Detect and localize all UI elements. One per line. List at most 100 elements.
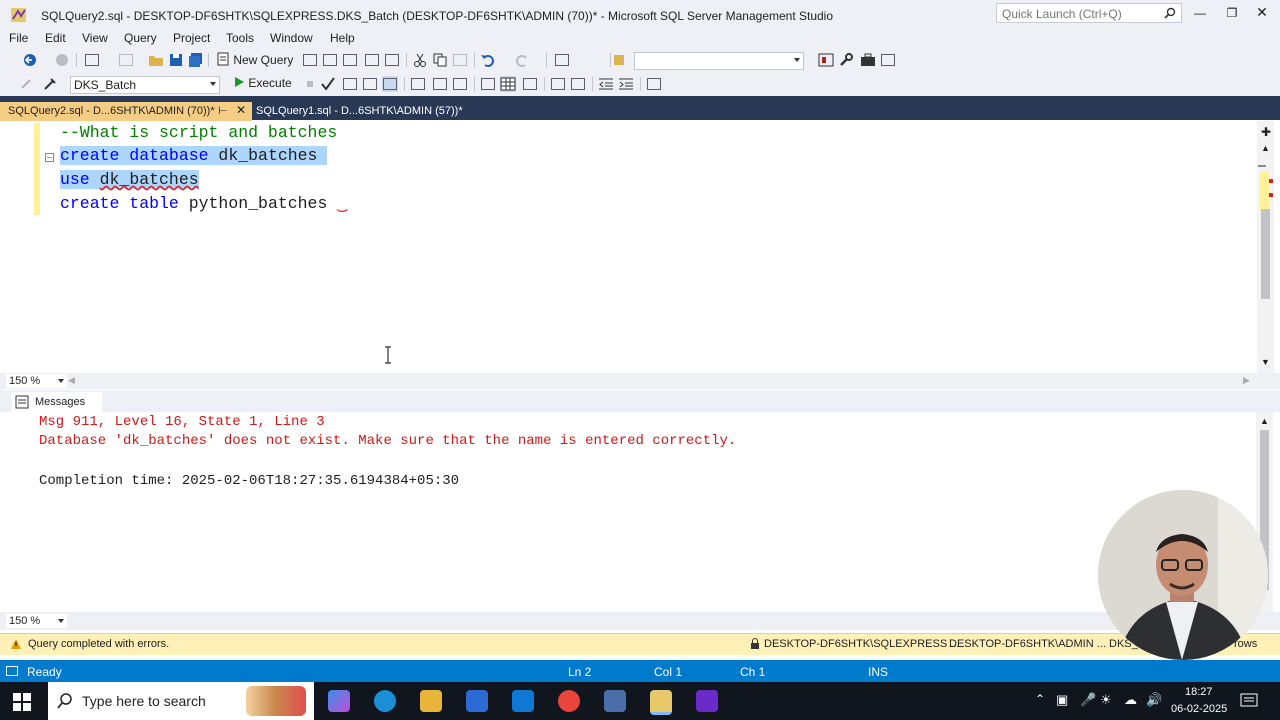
scroll-down-icon[interactable]: ▼: [1261, 357, 1270, 367]
find-in-files-icon[interactable]: [612, 52, 628, 68]
tab-sqlquery1[interactable]: SQLQuery1.sql - D...6SHTK\ADMIN (57))*: [252, 102, 472, 121]
command-window-icon[interactable]: [880, 52, 896, 68]
clock-date[interactable]: 06-02-2025: [1171, 703, 1227, 715]
wifi-icon[interactable]: ☁: [1124, 692, 1137, 708]
cancel-query-icon[interactable]: [302, 76, 318, 92]
properties-wrench-icon[interactable]: [838, 52, 854, 68]
open-file-icon[interactable]: [148, 52, 164, 68]
scroll-left-icon[interactable]: ◀: [68, 375, 75, 386]
paste-icon[interactable]: [452, 52, 468, 68]
scroll-up-icon[interactable]: ▲: [1261, 143, 1270, 153]
windows-start-icon[interactable]: [13, 693, 31, 711]
save-icon[interactable]: [168, 52, 184, 68]
analysis-services-dax-icon[interactable]: [384, 52, 400, 68]
meet-now-icon[interactable]: ▣: [1056, 692, 1068, 708]
edge-browser-icon[interactable]: [374, 690, 396, 712]
display-estimated-plan-icon[interactable]: [342, 76, 358, 92]
close-tab-icon[interactable]: ✕: [236, 103, 246, 117]
microphone-icon[interactable]: 🎤: [1080, 692, 1096, 708]
quick-launch-box[interactable]: [996, 3, 1182, 23]
menu-file[interactable]: File: [9, 31, 28, 45]
save-all-icon[interactable]: [188, 52, 204, 68]
intellisense-enabled-icon[interactable]: [382, 76, 398, 92]
search-highlight-image: [246, 686, 306, 716]
file-explorer-icon[interactable]: [420, 690, 442, 712]
new-query-button[interactable]: New Query: [216, 52, 293, 67]
minimize-button[interactable]: —: [1188, 6, 1212, 22]
scroll-up-icon[interactable]: ▲: [1260, 416, 1269, 426]
close-button[interactable]: ✕: [1250, 4, 1274, 20]
comment-lines-icon[interactable]: [550, 76, 566, 92]
increase-indent-icon[interactable]: [618, 76, 634, 92]
menu-edit[interactable]: Edit: [45, 31, 66, 45]
analysis-services-dmx-icon[interactable]: [342, 52, 358, 68]
messages-zoom-dropdown[interactable]: 150 %: [6, 614, 67, 628]
menu-view[interactable]: View: [82, 31, 108, 45]
execute-play-icon: [235, 77, 244, 87]
available-databases-dropdown[interactable]: DKS_Batch: [70, 76, 220, 94]
database-engine-query-icon[interactable]: [302, 52, 318, 68]
microsoft-store-icon[interactable]: [466, 690, 488, 712]
add-item-icon[interactable]: [118, 52, 134, 68]
uncomment-lines-icon[interactable]: [570, 76, 586, 92]
specify-template-values-icon[interactable]: [646, 76, 662, 92]
network-icon[interactable]: ☀: [1100, 692, 1112, 708]
maximize-button[interactable]: ❐: [1220, 6, 1244, 22]
execute-button[interactable]: Execute: [233, 76, 292, 90]
analysis-services-mdx-icon[interactable]: [322, 52, 338, 68]
show-hidden-icons-chevron-icon[interactable]: ⌃: [1035, 692, 1045, 706]
editor-vertical-scrollbar[interactable]: ✚ ▲ ▼: [1257, 121, 1274, 373]
status-ready-icon: [6, 666, 18, 676]
tab-sqlquery2[interactable]: SQLQuery2.sql - D...6SHTK\ADMIN (70))* ⊢…: [0, 102, 252, 121]
object-explorer-icon[interactable]: [818, 52, 834, 68]
analysis-services-xmla-icon[interactable]: [364, 52, 380, 68]
scroll-right-icon[interactable]: ▶: [1243, 375, 1250, 386]
warning-icon: [11, 639, 21, 649]
toolbox-icon[interactable]: [860, 52, 876, 68]
results-to-file-icon[interactable]: [522, 76, 538, 92]
menu-help[interactable]: Help: [330, 31, 355, 45]
menu-project[interactable]: Project: [173, 31, 210, 45]
copilot-icon[interactable]: [328, 690, 350, 712]
scroll-thumb[interactable]: [1261, 209, 1270, 299]
split-editor-icon[interactable]: ✚: [1261, 125, 1271, 139]
undo-icon[interactable]: [480, 52, 496, 68]
visual-studio-icon[interactable]: [696, 690, 718, 712]
include-actual-plan-icon[interactable]: [410, 76, 426, 92]
query-designer-icon[interactable]: [362, 76, 378, 92]
tab-messages[interactable]: Messages: [12, 392, 102, 412]
pin-icon[interactable]: ⊢: [218, 104, 228, 117]
copy-icon[interactable]: [432, 52, 448, 68]
forward-icon[interactable]: [54, 52, 70, 68]
cut-icon[interactable]: [412, 52, 428, 68]
clock-time[interactable]: 18:27: [1185, 686, 1213, 698]
results-to-grid-icon[interactable]: [500, 76, 516, 92]
change-connection-icon[interactable]: [42, 76, 58, 92]
taskbar-search-box[interactable]: Type here to search: [48, 682, 314, 720]
ssms-app-icon: [11, 8, 26, 22]
snipping-tool-icon[interactable]: [604, 690, 626, 712]
parse-checkmark-icon[interactable]: [320, 76, 336, 92]
outline-collapse-icon[interactable]: –: [45, 153, 54, 162]
live-query-statistics-icon[interactable]: [432, 76, 448, 92]
new-project-icon[interactable]: [84, 52, 100, 68]
editor-zoom-dropdown[interactable]: 150 %: [6, 374, 67, 388]
menu-query[interactable]: Query: [124, 31, 157, 45]
ssms-taskbar-icon[interactable]: [650, 690, 672, 715]
menu-window[interactable]: Window: [270, 31, 313, 45]
volume-icon[interactable]: 🔊: [1146, 692, 1162, 708]
client-statistics-icon[interactable]: [452, 76, 468, 92]
solution-configuration-dropdown[interactable]: [634, 52, 804, 70]
notification-center-icon[interactable]: [1240, 693, 1258, 709]
tab-label: SQLQuery1.sql - D...6SHTK\ADMIN (57))*: [256, 105, 463, 117]
quick-launch-input[interactable]: [1000, 5, 1164, 23]
connect-icon[interactable]: [18, 76, 34, 92]
results-to-text-icon[interactable]: [480, 76, 496, 92]
decrease-indent-icon[interactable]: [598, 76, 614, 92]
chrome-browser-icon[interactable]: [558, 690, 580, 712]
menu-tools[interactable]: Tools: [226, 31, 254, 45]
back-icon[interactable]: [22, 52, 38, 68]
activity-monitor-icon[interactable]: [554, 52, 570, 68]
outlook-icon[interactable]: [512, 690, 534, 712]
redo-icon[interactable]: [514, 52, 530, 68]
